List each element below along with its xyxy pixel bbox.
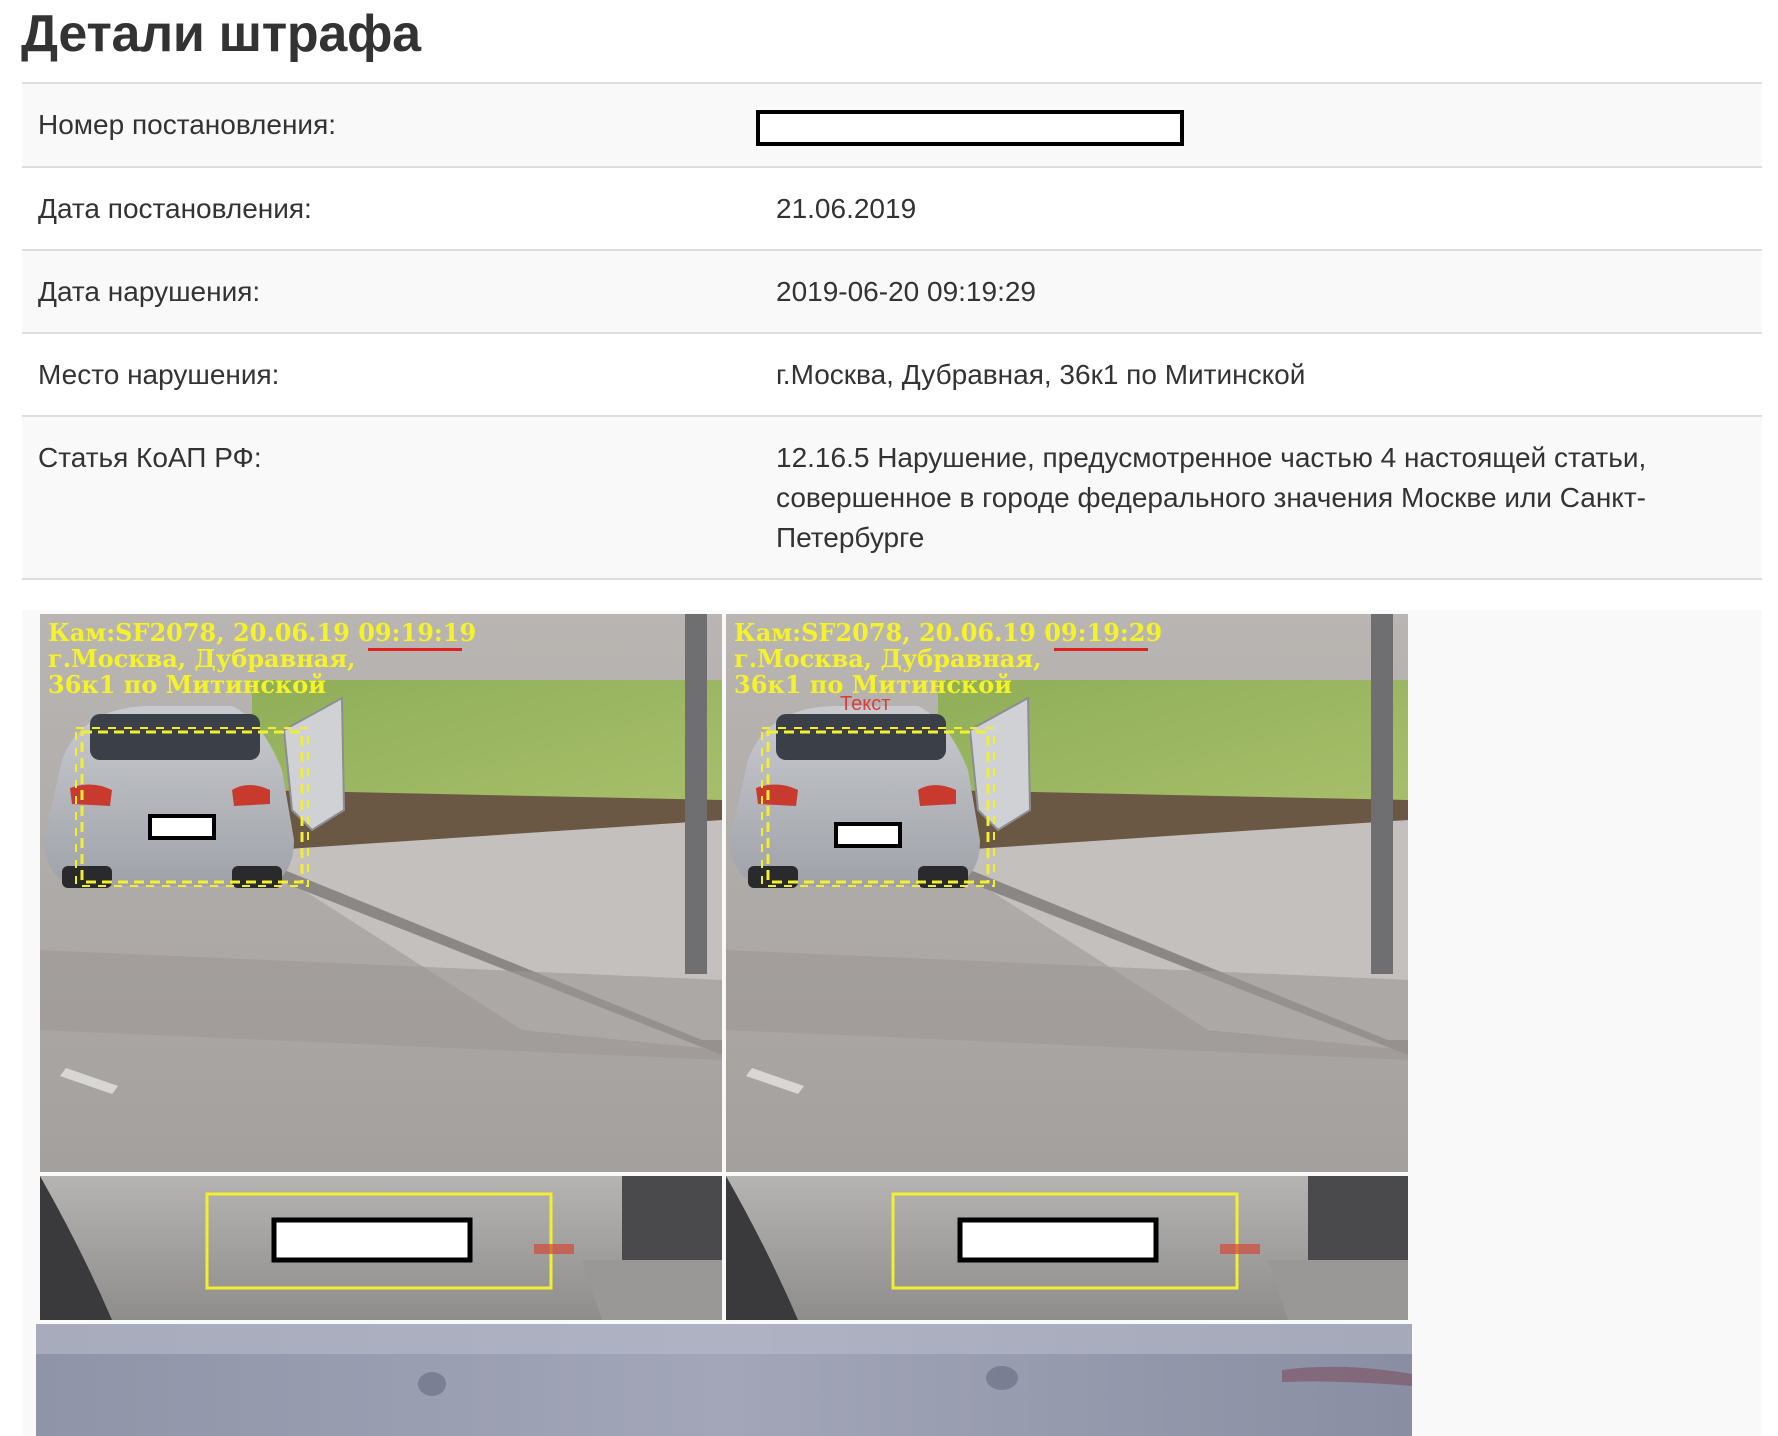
redacted-resolution-number bbox=[756, 109, 1184, 146]
detail-value: 12.16.5 Нарушение, предусмотренное часть… bbox=[776, 441, 1647, 553]
detail-label: Дата постановления: bbox=[38, 192, 312, 224]
detail-label: Место нарушения: bbox=[38, 358, 280, 390]
violation-photo-collage[interactable]: Кам:SF2078, 20.06.19 09:19:19 г.Москва, … bbox=[22, 610, 1762, 1436]
detail-row-law-article: Статья КоАП РФ: 12.16.5 Нарушение, преду… bbox=[22, 415, 1762, 579]
detail-value: 21.06.2019 bbox=[776, 192, 917, 224]
overlay-extra-label: Текст bbox=[840, 693, 890, 715]
overlay-line-3: 36к1 по Митинской bbox=[48, 670, 326, 699]
redacted-plate-zoom-2 bbox=[957, 1217, 1159, 1263]
detail-label: Номер постановления: bbox=[38, 109, 337, 140]
camera-photo-1: Кам:SF2078, 20.06.19 09:19:19 г.Москва, … bbox=[40, 614, 722, 1172]
page-title: Детали штрафа bbox=[21, 5, 421, 63]
detail-row-violation-place: Место нарушения: г.Москва, Дубравная, 36… bbox=[22, 332, 1762, 416]
detail-value bbox=[756, 83, 1762, 167]
fine-details-page: Детали штрафа Номер постановления: Дата … bbox=[0, 0, 1778, 1436]
violation-photos: Кам:SF2078, 20.06.19 09:19:19 г.Москва, … bbox=[22, 610, 1762, 1436]
plate-zoom-2 bbox=[726, 1176, 1408, 1320]
time-underline-2 bbox=[1054, 648, 1148, 651]
detail-value: г.Москва, Дубравная, 36к1 по Митинской bbox=[776, 358, 1306, 390]
detail-row-resolution-number: Номер постановления: bbox=[22, 83, 1762, 167]
redacted-plate-photo-2 bbox=[834, 822, 902, 848]
overlay-line-2: г.Москва, Дубравная, bbox=[734, 644, 1041, 673]
detail-label: Статья КоАП РФ: bbox=[38, 441, 262, 473]
plate-zoom-1 bbox=[40, 1176, 722, 1320]
redacted-plate-photo-1 bbox=[148, 814, 216, 840]
redacted-plate-zoom-1 bbox=[271, 1217, 473, 1263]
overlay-line-1: Кам:SF2078, 20.06.19 09:19:29 bbox=[734, 618, 1162, 647]
overlay-line-1: Кам:SF2078, 20.06.19 09:19:19 bbox=[48, 618, 476, 647]
time-underline-1 bbox=[368, 648, 462, 651]
detail-label: Дата нарушения: bbox=[38, 275, 261, 307]
detail-row-violation-date: Дата нарушения: 2019-06-20 09:19:29 bbox=[22, 249, 1762, 333]
overlay-line-2: г.Москва, Дубравная, bbox=[48, 644, 355, 673]
fine-details-table: Номер постановления: Дата постановления:… bbox=[22, 82, 1762, 663]
detail-row-resolution-date: Дата постановления: 21.06.2019 bbox=[22, 166, 1762, 250]
camera-photo-2: Кам:SF2078, 20.06.19 09:19:29 г.Москва, … bbox=[726, 614, 1408, 1172]
blurred-vehicle-strip bbox=[36, 1324, 1412, 1436]
detail-value: 2019-06-20 09:19:29 bbox=[776, 275, 1036, 307]
